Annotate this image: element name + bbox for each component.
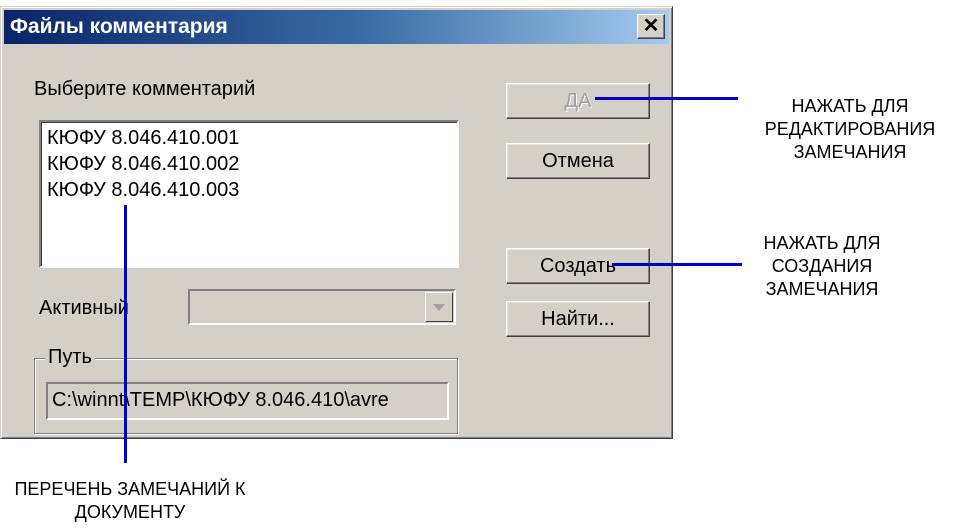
edit-callout-line-2: РЕДАКТИРОВАНИЯ	[764, 119, 936, 139]
comment-files-dialog: Файлы комментария ✕ Выберите комментарий…	[0, 6, 673, 439]
cancel-button[interactable]: Отмена	[506, 143, 650, 179]
list-callout-line	[124, 205, 127, 463]
comment-listbox[interactable]: КЮФУ 8.046.410.001 КЮФУ 8.046.410.002 КЮ…	[39, 120, 459, 268]
create-callout: НАЖАТЬ ДЛЯ СОЗДАНИЯ ЗАМЕЧАНИЯ	[722, 232, 922, 301]
list-callout-line-1: ПЕРЕЧЕНЬ ЗАМЕЧАНИЙ К	[14, 479, 246, 499]
path-group-label: Путь	[45, 346, 95, 369]
list-callout: ПЕРЕЧЕНЬ ЗАМЕЧАНИЙ К ДОКУМЕНТУ	[0, 478, 260, 524]
create-callout-line-1: НАЖАТЬ ДЛЯ	[763, 233, 881, 253]
edit-callout-line-3: ЗАМЕЧАНИЯ	[793, 142, 907, 162]
create-button[interactable]: Создать	[506, 248, 650, 284]
list-item[interactable]: КЮФУ 8.046.410.003	[47, 177, 457, 203]
dropdown-arrow-icon[interactable]	[425, 292, 453, 322]
close-icon: ✕	[642, 15, 660, 37]
comment-list-label: Выберите комментарий	[34, 78, 256, 100]
dialog-title: Файлы комментария	[10, 15, 228, 38]
create-callout-line-3: ЗАМЕЧАНИЯ	[765, 279, 879, 299]
path-field[interactable]: C:\winnt\TEMP\КЮФУ 8.046.410\avre	[46, 382, 449, 420]
close-button[interactable]: ✕	[637, 14, 665, 39]
edit-callout-line-1: НАЖАТЬ ДЛЯ	[791, 96, 909, 116]
edit-callout: НАЖАТЬ ДЛЯ РЕДАКТИРОВАНИЯ ЗАМЕЧАНИЯ	[745, 95, 955, 164]
title-bar: Файлы комментария ✕	[4, 10, 669, 44]
path-groupbox: Путь C:\winnt\TEMP\КЮФУ 8.046.410\avre	[34, 346, 458, 434]
find-button[interactable]: Найти...	[506, 301, 650, 337]
active-combobox[interactable]	[188, 289, 456, 325]
active-label: Активный	[39, 297, 129, 319]
ok-button[interactable]: ДА	[506, 83, 650, 119]
list-item[interactable]: КЮФУ 8.046.410.001	[47, 125, 457, 151]
create-callout-line-2: СОЗДАНИЯ	[771, 256, 873, 276]
list-item[interactable]: КЮФУ 8.046.410.002	[47, 151, 457, 177]
edit-callout-line	[595, 97, 738, 100]
list-callout-line-2: ДОКУМЕНТУ	[74, 502, 186, 522]
